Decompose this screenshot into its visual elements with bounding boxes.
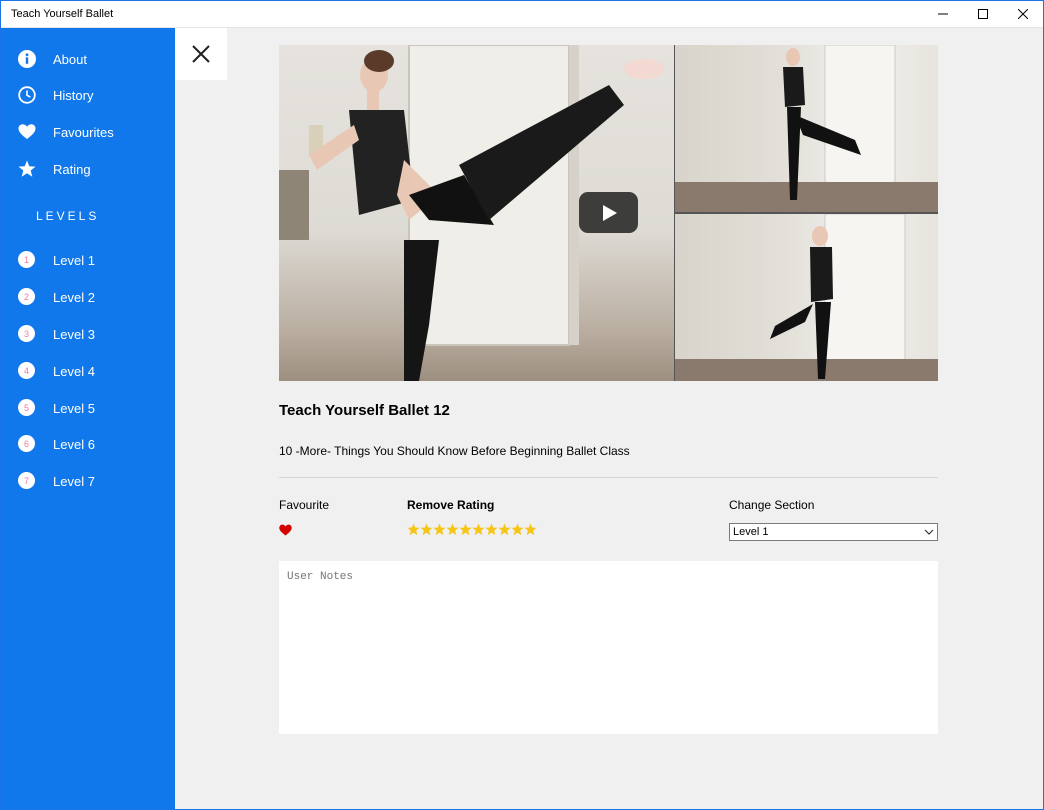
section-select-value: Level 1 xyxy=(733,526,769,538)
close-icon xyxy=(192,45,210,63)
sidebar-item-favourites[interactable]: Favourites xyxy=(0,115,175,149)
title-bar: Teach Yourself Ballet xyxy=(0,0,1044,28)
section-select[interactable]: Level 1 xyxy=(729,523,938,541)
sidebar-item-label: History xyxy=(53,88,94,103)
sidebar-item-level-5[interactable]: 5 Level 5 xyxy=(0,391,175,425)
rating-star-icon[interactable] xyxy=(446,523,459,536)
frame-divider xyxy=(675,212,938,214)
favourite-label: Favourite xyxy=(279,498,330,512)
divider xyxy=(279,477,938,478)
rating-stars[interactable] xyxy=(407,523,537,536)
ballet-dancer-illustration xyxy=(675,45,938,212)
rating-star-icon[interactable] xyxy=(511,523,524,536)
rating-star-icon[interactable] xyxy=(420,523,433,536)
sidebar-item-label: Rating xyxy=(53,162,91,177)
minimize-icon xyxy=(938,13,948,15)
rating-star-icon[interactable] xyxy=(407,523,420,536)
maximize-icon xyxy=(978,9,988,19)
level-number-badge: 6 xyxy=(18,435,35,452)
rating-star-icon[interactable] xyxy=(472,523,485,536)
ballet-dancer-illustration xyxy=(675,213,938,381)
sidebar-item-label: About xyxy=(53,52,87,67)
level-number-badge: 1 xyxy=(18,251,35,268)
video-frame-bottom-right xyxy=(675,213,938,381)
sidebar-item-label: Favourites xyxy=(53,125,114,140)
sidebar-item-level-3[interactable]: 3 Level 3 xyxy=(0,317,175,351)
sidebar-item-level-6[interactable]: 6 Level 6 xyxy=(0,427,175,461)
sidebar-item-level-4[interactable]: 4 Level 4 xyxy=(0,354,175,388)
level-number-badge: 2 xyxy=(18,288,35,305)
sidebar-item-level-2[interactable]: 2 Level 2 xyxy=(0,280,175,314)
sidebar-item-about[interactable]: About xyxy=(0,42,175,76)
video-description: 10 -More- Things You Should Know Before … xyxy=(279,444,630,458)
video-frame-top-right xyxy=(675,45,938,212)
close-icon xyxy=(1018,9,1028,19)
play-icon xyxy=(602,204,617,221)
rating-star-icon[interactable] xyxy=(498,523,511,536)
rating-star-icon[interactable] xyxy=(485,523,498,536)
close-window-button[interactable] xyxy=(1000,0,1044,28)
sidebar-item-label: Level 1 xyxy=(53,253,95,268)
video-title: Teach Yourself Ballet 12 xyxy=(279,402,450,419)
sidebar-item-label: Level 6 xyxy=(53,437,95,452)
level-number-badge: 5 xyxy=(18,399,35,416)
remove-rating-button[interactable]: Remove Rating xyxy=(407,498,494,512)
info-icon xyxy=(18,50,36,68)
window-title: Teach Yourself Ballet xyxy=(11,8,114,20)
levels-heading: LEVELS xyxy=(36,209,100,223)
sidebar-item-label: Level 2 xyxy=(53,290,95,305)
clock-icon xyxy=(18,86,36,104)
video-thumbnail[interactable] xyxy=(279,45,938,381)
sidebar-item-label: Level 4 xyxy=(53,364,95,379)
sidebar-item-label: Level 7 xyxy=(53,474,95,489)
rating-star-icon[interactable] xyxy=(524,523,537,536)
sidebar-item-rating[interactable]: Rating xyxy=(0,152,175,186)
sidebar-item-level-7[interactable]: 7 Level 7 xyxy=(0,464,175,498)
change-section-label: Change Section xyxy=(729,498,815,512)
level-number-badge: 3 xyxy=(18,325,35,342)
sidebar-item-label: Level 3 xyxy=(53,327,95,342)
level-number-badge: 4 xyxy=(18,362,35,379)
close-pane-button[interactable] xyxy=(175,28,227,80)
rating-star-icon[interactable] xyxy=(459,523,472,536)
chevron-down-icon xyxy=(924,529,934,535)
sidebar-item-label: Level 5 xyxy=(53,401,95,416)
sidebar: About History Favourites Rating LEVELS 1… xyxy=(0,28,175,810)
user-notes-input[interactable] xyxy=(279,561,938,734)
star-icon xyxy=(18,160,36,177)
rating-star-icon[interactable] xyxy=(433,523,446,536)
sidebar-item-history[interactable]: History xyxy=(0,78,175,112)
level-number-badge: 7 xyxy=(18,472,35,489)
play-button[interactable] xyxy=(579,192,638,233)
favourite-heart-icon[interactable] xyxy=(279,524,292,536)
heart-icon xyxy=(18,124,36,139)
sidebar-item-level-1[interactable]: 1 Level 1 xyxy=(0,243,175,277)
